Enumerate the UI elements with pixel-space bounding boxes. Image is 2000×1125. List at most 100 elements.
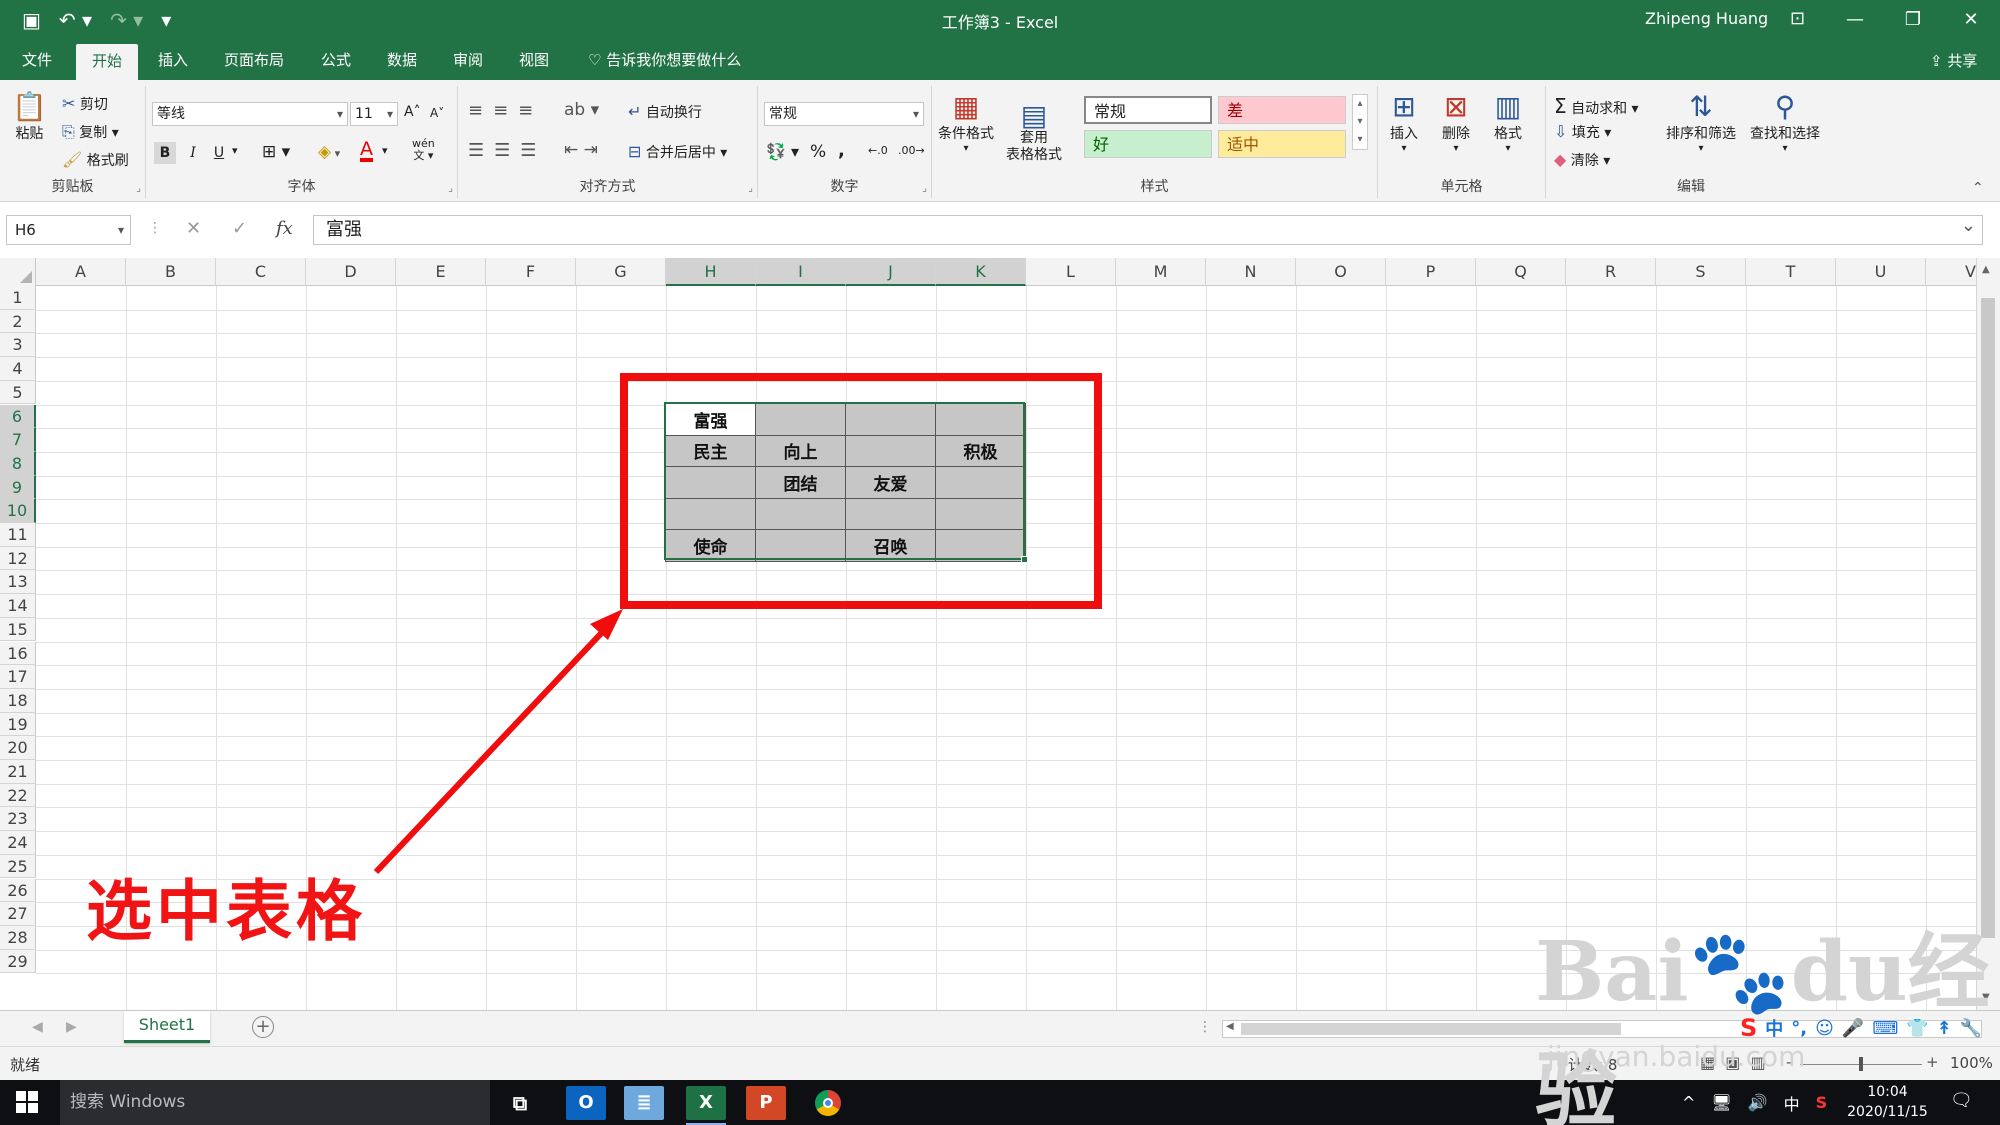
row-header[interactable]: 7 (0, 428, 36, 452)
style-normal[interactable]: 常规 (1084, 96, 1212, 124)
format-painter-button[interactable]: 🖌 格式刷 (62, 150, 129, 170)
ime-emoji-icon[interactable]: ☺ (1815, 1018, 1834, 1039)
orientation-icon[interactable]: ab ▾ (564, 100, 599, 120)
font-name-combo[interactable]: 等线 (152, 102, 348, 126)
row-header[interactable]: 24 (0, 831, 36, 855)
select-all-corner[interactable] (0, 258, 36, 286)
notepad-icon[interactable]: ≣ (624, 1086, 664, 1120)
column-header[interactable]: M (1116, 258, 1206, 286)
column-header[interactable]: I (756, 258, 846, 286)
tab-page-layout[interactable]: 页面布局 (218, 40, 290, 80)
row-header[interactable]: 25 (0, 854, 36, 879)
tell-me-box[interactable]: ♡ 告诉我你想要做什么 (582, 40, 747, 80)
row-header[interactable]: 8 (0, 451, 36, 476)
excel-taskbar-icon[interactable]: X (686, 1086, 726, 1125)
underline-dropdown-icon[interactable]: ▾ (232, 144, 238, 157)
row-header[interactable]: 18 (0, 688, 36, 713)
cancel-icon[interactable]: ✕ (186, 218, 201, 239)
format-as-table-button[interactable]: ▤ 套用 表格格式 (1006, 90, 1062, 181)
next-sheet-icon[interactable]: ▶ (66, 1019, 77, 1035)
tab-formulas[interactable]: 公式 (315, 40, 357, 80)
row-header[interactable]: 12 (0, 546, 36, 571)
tab-file[interactable]: 文件 (16, 40, 58, 80)
format-cells-button[interactable]: ▥ 格式 ▾ (1494, 90, 1522, 154)
shrink-font-button[interactable]: A˅ (430, 106, 444, 120)
indent-icons[interactable]: ⇤ ⇥ (564, 140, 598, 160)
tab-home[interactable]: 开始 (76, 44, 139, 80)
wrap-text-button[interactable]: ↵ 自动换行 (628, 102, 702, 122)
ime-keyboard-icon[interactable]: ⌨ (1872, 1018, 1898, 1039)
ime-settings-icon[interactable]: 🔧 (1960, 1018, 1982, 1039)
column-header[interactable]: C (216, 258, 306, 286)
dialog-launcher-icon[interactable]: ⌟ (448, 183, 453, 194)
percent-button[interactable]: % (810, 142, 826, 162)
ime-more-icon[interactable]: ↟ (1937, 1018, 1952, 1039)
share-button[interactable]: ⇪ 共享 (1930, 50, 1977, 71)
column-header[interactable]: T (1746, 258, 1836, 286)
row-header[interactable]: 9 (0, 475, 36, 500)
style-neutral[interactable]: 适中 (1218, 130, 1346, 158)
underline-button[interactable]: U (208, 142, 230, 164)
italic-button[interactable]: I (182, 142, 204, 164)
prev-sheet-icon[interactable]: ◀ (32, 1019, 43, 1035)
column-header[interactable]: J (846, 258, 936, 286)
autosum-button[interactable]: Σ 自动求和 ▾ (1554, 94, 1639, 118)
column-header[interactable]: N (1206, 258, 1296, 286)
ime-skin-icon[interactable]: 👕 (1906, 1018, 1928, 1039)
chrome-icon[interactable] (808, 1086, 848, 1120)
vertical-align-icons[interactable]: ≡≡≡ (468, 100, 543, 121)
windows-start-icon[interactable] (16, 1091, 38, 1113)
row-header[interactable]: 15 (0, 617, 36, 642)
sogou-icon[interactable]: S (1740, 1014, 1757, 1042)
conditional-format-button[interactable]: ▦ 条件格式 ▾ (938, 90, 994, 154)
row-header[interactable]: 6 (0, 404, 36, 429)
row-header[interactable]: 28 (0, 925, 36, 950)
row-header[interactable]: 10 (0, 499, 36, 523)
ribbon-display-options-icon[interactable]: ⊡ (1790, 8, 1805, 29)
insert-cells-button[interactable]: ⊞ 插入 ▾ (1390, 90, 1418, 154)
sheet-tab-sheet1[interactable]: Sheet1 (124, 1011, 210, 1043)
column-header[interactable]: S (1656, 258, 1746, 286)
column-header[interactable]: U (1836, 258, 1926, 286)
column-header[interactable]: D (306, 258, 396, 286)
outlook-icon[interactable]: O (566, 1086, 606, 1120)
column-header[interactable]: H (666, 258, 756, 286)
row-header[interactable]: 23 (0, 807, 36, 832)
column-header[interactable]: Q (1476, 258, 1566, 286)
row-header[interactable]: 26 (0, 878, 36, 903)
horizontal-align-icons[interactable]: ☰☰☰ (468, 140, 546, 161)
fill-button[interactable]: ⇩ 填充 ▾ (1554, 122, 1611, 142)
styles-scroll-icon[interactable]: ▴ ▾ ▾ (1352, 94, 1368, 150)
font-color-dropdown-icon[interactable]: ▾ (382, 144, 388, 157)
phonetic-guide-icon[interactable]: wén 文 ▾ (412, 138, 435, 162)
column-header[interactable]: E (396, 258, 486, 286)
row-header[interactable]: 11 (0, 523, 36, 547)
vertical-scrollbar[interactable]: ▲ ▼ (1976, 258, 2000, 1010)
dialog-launcher-icon[interactable]: ⌟ (922, 183, 927, 194)
column-header[interactable]: O (1296, 258, 1386, 286)
row-header[interactable]: 20 (0, 736, 36, 760)
dialog-launcher-icon[interactable]: ⌟ (136, 183, 141, 194)
style-bad[interactable]: 差 (1218, 96, 1346, 124)
restore-icon[interactable]: ❐ (1884, 0, 1942, 40)
taskbar-search-box[interactable]: 搜索 Windows (60, 1080, 490, 1125)
row-header[interactable]: 17 (0, 665, 36, 689)
dialog-launcher-icon[interactable]: ⌟ (748, 183, 753, 194)
copy-button[interactable]: ⎘ 复制 ▾ (62, 122, 119, 142)
currency-icon[interactable]: 💱 ▾ (766, 142, 799, 161)
increase-decimal-icon[interactable]: ←.0 (868, 144, 888, 157)
font-size-combo[interactable]: 11 (350, 102, 398, 126)
fill-color-icon[interactable]: ◈ ▾ (318, 142, 340, 162)
bold-button[interactable]: B (154, 142, 176, 164)
column-header[interactable]: B (126, 258, 216, 286)
cut-button[interactable]: ✂ 剪切 (62, 94, 108, 114)
row-header[interactable]: 13 (0, 570, 36, 595)
row-header[interactable]: 14 (0, 594, 36, 618)
collapse-ribbon-icon[interactable]: ⌃ (1972, 180, 1984, 196)
close-icon[interactable]: ✕ (1942, 0, 2000, 40)
row-header[interactable]: 16 (0, 641, 36, 666)
task-view-icon[interactable]: ⧉ (500, 1086, 540, 1120)
insert-function-icon[interactable]: fx (276, 218, 293, 239)
tab-view[interactable]: 视图 (513, 40, 555, 80)
row-header[interactable]: 27 (0, 902, 36, 926)
